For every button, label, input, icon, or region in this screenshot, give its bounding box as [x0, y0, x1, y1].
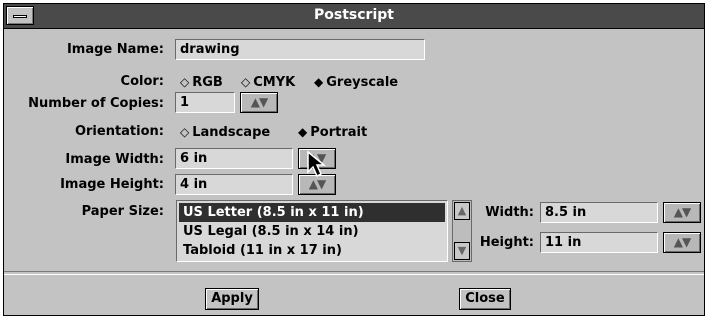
color-radio-greyscale[interactable]: ◆ Greyscale — [314, 74, 398, 91]
postscript-dialog: Postscript Image Name: drawing Color: ◇ R… — [3, 3, 705, 316]
image-width-input[interactable]: 6 in — [175, 148, 293, 169]
paper-size-item-tabloid[interactable]: Tabloid (11 in x 17 in) — [179, 241, 445, 260]
up-down-arrows-icon: ▲▼ — [250, 95, 268, 109]
image-width-label: Image Width: — [65, 152, 164, 167]
filled-diamond-icon: ◆ — [314, 75, 324, 89]
close-button[interactable]: Close — [459, 288, 511, 310]
orientation-radio-portrait[interactable]: ◆ Portrait — [298, 124, 367, 141]
height-spin-button[interactable]: ▲▼ — [663, 232, 701, 253]
orientation-radio-landscape[interactable]: ◇ Landscape — [180, 124, 270, 141]
button-divider — [4, 271, 704, 275]
scroll-down-button[interactable]: ▼ — [454, 242, 470, 260]
paper-size-item-us-legal[interactable]: US Legal (8.5 in x 14 in) — [179, 222, 445, 241]
height-label: Height: — [479, 235, 534, 250]
image-height-label: Image Height: — [60, 177, 164, 192]
image-name-input[interactable]: drawing — [175, 39, 425, 60]
color-option-rgb: RGB — [192, 75, 223, 90]
copies-input[interactable]: 1 — [175, 92, 235, 113]
orientation-option-portrait: Portrait — [310, 125, 368, 140]
copies-spin-button[interactable]: ▲▼ — [240, 92, 278, 113]
up-down-arrows-icon: ▲▼ — [308, 177, 326, 191]
hollow-diamond-icon: ◇ — [180, 75, 190, 89]
color-label: Color: — [120, 74, 164, 89]
hollow-diamond-icon: ◇ — [180, 125, 190, 139]
paper-size-list[interactable]: US Letter (8.5 in x 11 in) US Legal (8.5… — [176, 200, 448, 262]
arrow-down-icon: ▼ — [457, 244, 467, 257]
width-spin-button[interactable]: ▲▼ — [663, 202, 701, 223]
hollow-diamond-icon: ◇ — [241, 75, 251, 89]
color-radio-rgb[interactable]: ◇ RGB — [180, 74, 223, 91]
up-down-arrows-icon: ▲▼ — [673, 205, 691, 219]
mouse-pointer-icon — [307, 150, 327, 178]
image-name-label: Image Name: — [66, 42, 164, 57]
apply-button[interactable]: Apply — [205, 288, 259, 310]
color-option-cmyk: CMYK — [253, 75, 296, 90]
filled-diamond-icon: ◆ — [298, 125, 308, 139]
height-input[interactable]: 11 in — [540, 232, 658, 253]
copies-label: Number of Copies: — [28, 96, 164, 111]
color-radio-cmyk[interactable]: ◇ CMYK — [241, 74, 295, 91]
width-input[interactable]: 8.5 in — [540, 202, 658, 223]
paper-size-label: Paper Size: — [81, 204, 164, 219]
window-title: Postscript — [314, 7, 394, 23]
up-down-arrows-icon: ▲▼ — [673, 235, 691, 249]
color-option-greyscale: Greyscale — [326, 75, 399, 90]
paper-size-item-us-letter[interactable]: US Letter (8.5 in x 11 in) — [179, 203, 445, 222]
paper-size-scrollbar[interactable]: ▲ ▼ — [452, 200, 472, 262]
image-height-input[interactable]: 4 in — [175, 174, 293, 195]
orientation-option-landscape: Landscape — [192, 125, 271, 140]
width-label: Width: — [485, 205, 534, 220]
arrow-up-icon: ▲ — [457, 204, 467, 217]
title-bar[interactable]: Postscript — [4, 4, 704, 29]
orientation-label: Orientation: — [74, 124, 164, 139]
scroll-up-button[interactable]: ▲ — [454, 202, 470, 220]
